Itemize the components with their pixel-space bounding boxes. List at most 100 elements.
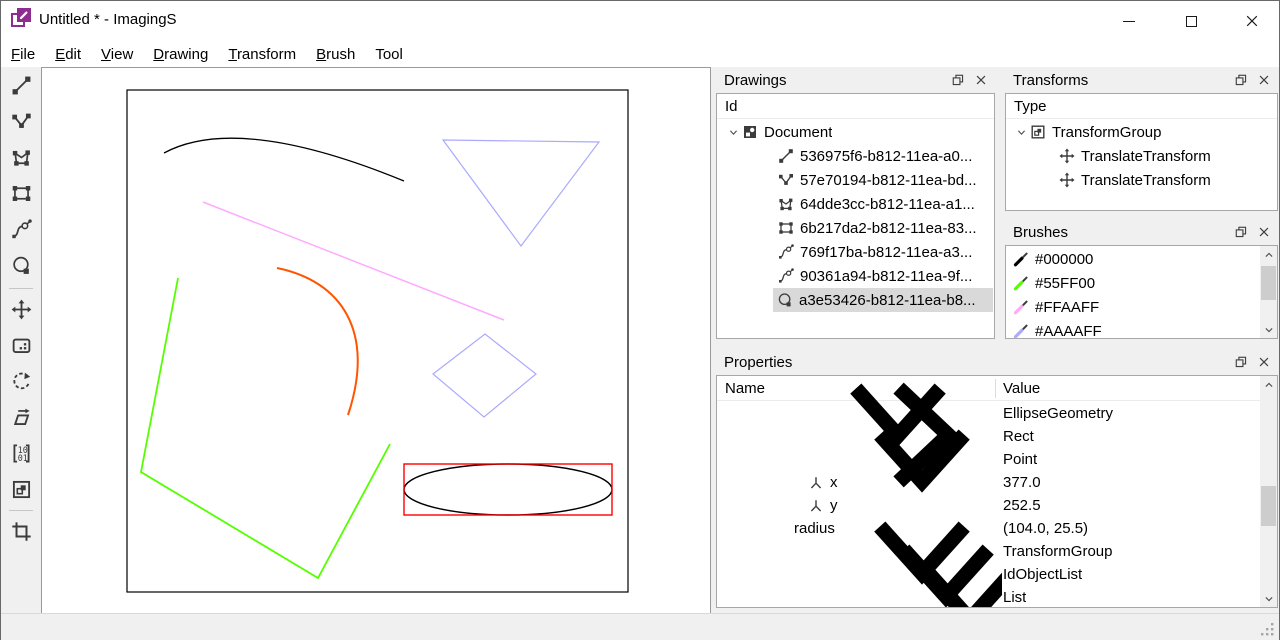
- ellipse-icon: [777, 292, 793, 308]
- tree-item-drawing[interactable]: 536975f6-b812-11ea-a0...: [718, 144, 993, 168]
- tree-item-drawing[interactable]: 90361a94-b812-11ea-9f...: [718, 264, 993, 288]
- chevron-down-icon[interactable]: [820, 521, 1002, 609]
- drawings-close-button[interactable]: [972, 71, 990, 89]
- transforms-float-button[interactable]: [1232, 71, 1250, 89]
- tree-item-translate-transform[interactable]: TranslateTransform: [1007, 144, 1276, 168]
- canvas-surface: [126, 89, 629, 593]
- tree-item-drawing[interactable]: 57e70194-b812-11ea-bd...: [718, 168, 993, 192]
- brush-item[interactable]: #55FF00: [1007, 271, 1259, 295]
- tool-group-button[interactable]: [3, 472, 39, 506]
- transforms-tree: Type TransformGroup TranslateTransform T…: [1005, 93, 1278, 211]
- app-window: Untitled * - ImagingS File Edit View Dra…: [0, 0, 1280, 640]
- brush-icon: [1013, 324, 1028, 338]
- maximize-button[interactable]: [1166, 1, 1216, 41]
- brush-item[interactable]: #FFAAFF: [1007, 295, 1259, 319]
- rectangle-icon: [11, 183, 32, 204]
- tree-item-drawing[interactable]: 64dde3cc-b812-11ea-a1...: [718, 192, 993, 216]
- rotate-icon: [11, 371, 32, 392]
- tree-item-transformgroup[interactable]: TransformGroup: [1007, 120, 1276, 144]
- property-row-center[interactable]: center Point: [718, 448, 1259, 471]
- brush-item[interactable]: #AAAAFF: [1007, 319, 1259, 338]
- menu-brush[interactable]: Brush: [306, 43, 365, 66]
- menu-transform[interactable]: Transform: [218, 43, 306, 66]
- menu-drawing[interactable]: Drawing: [143, 43, 218, 66]
- drawings-float-button[interactable]: [949, 71, 967, 89]
- brushes-list: #000000 #55FF00 #FFAAFF #AAAAFF: [1005, 245, 1278, 339]
- properties-scrollbar[interactable]: [1260, 376, 1277, 607]
- minimize-button[interactable]: [1104, 1, 1154, 41]
- brushes-float-button[interactable]: [1232, 223, 1250, 241]
- polygon-icon: [11, 147, 32, 168]
- maximize-icon: [1185, 15, 1197, 27]
- matrix-icon: [11, 443, 32, 464]
- tool-matrix-button[interactable]: [3, 436, 39, 470]
- scroll-down-icon[interactable]: [1260, 321, 1277, 338]
- resize-grip[interactable]: [1260, 622, 1275, 637]
- close-icon: [1257, 355, 1271, 369]
- brushes-scrollbar[interactable]: [1260, 246, 1277, 338]
- clip-icon: [11, 521, 32, 542]
- scroll-down-icon[interactable]: [1260, 590, 1277, 607]
- tool-polygon-button[interactable]: [3, 140, 39, 174]
- brush-item[interactable]: #000000: [1007, 247, 1259, 271]
- tree-item-drawing[interactable]: 769f17ba-b812-11ea-a3...: [718, 240, 993, 264]
- tool-polyline-button[interactable]: [3, 104, 39, 138]
- drawings-column-header[interactable]: Id: [717, 94, 994, 119]
- tool-translate-button[interactable]: [3, 292, 39, 326]
- transforms-panel-title: Transforms: [1013, 71, 1089, 89]
- transforms-column-header[interactable]: Type: [1006, 94, 1277, 119]
- canvas[interactable]: [41, 67, 711, 614]
- document-icon: [742, 124, 758, 140]
- menu-edit[interactable]: Edit: [45, 43, 91, 66]
- brushes-panel-header[interactable]: Brushes: [1005, 219, 1278, 245]
- transforms-panel-header[interactable]: Transforms: [1005, 67, 1278, 93]
- tool-rotate-button[interactable]: [3, 364, 39, 398]
- translate-icon: [1059, 148, 1075, 164]
- tool-clip-button[interactable]: [3, 514, 39, 548]
- titlebar[interactable]: Untitled * - ImagingS: [1, 1, 1279, 41]
- tree-item-document[interactable]: Document: [718, 120, 993, 144]
- close-icon: [1246, 15, 1258, 27]
- properties-float-button[interactable]: [1232, 353, 1250, 371]
- ellipse-icon: [11, 255, 32, 276]
- drawings-panel-title: Drawings: [724, 71, 787, 89]
- group-icon: [11, 479, 32, 500]
- curve-icon: [778, 268, 794, 284]
- drawings-panel-header[interactable]: Drawings: [716, 67, 995, 93]
- menu-view[interactable]: View: [91, 43, 143, 66]
- chevron-down-icon[interactable]: [724, 124, 742, 140]
- curve-icon: [11, 219, 32, 240]
- float-icon: [1234, 73, 1248, 87]
- tool-skew-button[interactable]: [3, 400, 39, 434]
- properties-panel-header[interactable]: Properties: [716, 349, 1278, 375]
- brushes-close-button[interactable]: [1255, 223, 1273, 241]
- tool-scale-button[interactable]: [3, 328, 39, 362]
- tool-rectangle-button[interactable]: [3, 176, 39, 210]
- property-row-items[interactable]: items List: [718, 586, 1259, 608]
- tree-item-drawing-selected[interactable]: a3e53426-b812-11ea-b8...: [773, 288, 993, 312]
- curve-icon: [778, 244, 794, 260]
- menubar: File Edit View Drawing Transform Brush T…: [1, 41, 1279, 67]
- properties-tree: Name Value geometry EllipseGeometry boun…: [716, 375, 1278, 608]
- tree-item-drawing[interactable]: 6b217da2-b812-11ea-83...: [718, 216, 993, 240]
- properties-panel-title: Properties: [724, 353, 793, 371]
- drawings-tree: Id Document 536975f6-b812-11ea-a0... 57e…: [716, 93, 995, 339]
- transforms-close-button[interactable]: [1255, 71, 1273, 89]
- menu-tool[interactable]: Tool: [365, 43, 413, 66]
- scrollbar-thumb[interactable]: [1261, 266, 1276, 300]
- scroll-up-icon[interactable]: [1260, 376, 1277, 393]
- document-page: [126, 89, 629, 593]
- close-icon: [1257, 225, 1271, 239]
- menu-file[interactable]: File: [1, 43, 45, 66]
- properties-close-button[interactable]: [1255, 353, 1273, 371]
- tool-ellipse-button[interactable]: [3, 248, 39, 282]
- tree-item-translate-transform[interactable]: TranslateTransform: [1007, 168, 1276, 192]
- tool-line-button[interactable]: [3, 68, 39, 102]
- chevron-down-icon[interactable]: [1012, 124, 1030, 140]
- drawing-toolbar: [1, 67, 41, 614]
- tool-curve-button[interactable]: [3, 212, 39, 246]
- close-button[interactable]: [1227, 1, 1277, 41]
- scroll-up-icon[interactable]: [1260, 246, 1277, 263]
- transform-group-icon: [1030, 124, 1046, 140]
- scrollbar-thumb[interactable]: [1261, 486, 1276, 526]
